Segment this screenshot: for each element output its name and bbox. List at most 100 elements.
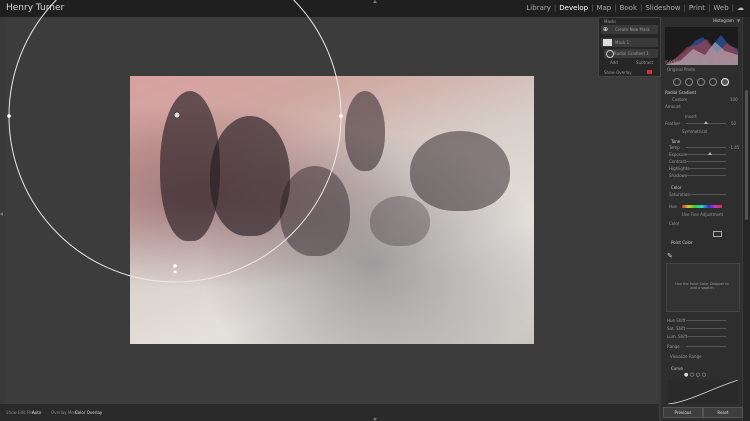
tone-section-title: Tone — [671, 139, 681, 144]
masking-tool-icon[interactable] — [709, 78, 717, 86]
add-button[interactable]: Add — [610, 60, 618, 65]
visualize-range-checkbox[interactable]: Visualize Range — [670, 354, 702, 359]
temp-slider[interactable] — [686, 147, 726, 148]
module-slideshow[interactable]: Slideshow — [645, 4, 680, 12]
hue-slider[interactable] — [682, 205, 722, 208]
show-overlay-label[interactable]: Show Overlay — [604, 70, 632, 75]
point-color-hint: Use the Point Color Dropper to add a swa… — [675, 282, 729, 290]
highlights-slider[interactable] — [686, 168, 726, 169]
module-separator: | — [708, 4, 711, 12]
mask-component-name: Radial Gradient 1 — [614, 51, 649, 56]
top-panel-toggle[interactable] — [373, 0, 377, 3]
create-mask-icon: ⊕ — [603, 26, 609, 33]
module-separator: | — [683, 4, 686, 12]
temp-label: Temp — [669, 145, 680, 150]
color-label: Color — [669, 221, 680, 226]
feather-slider-knob[interactable] — [704, 121, 708, 124]
histogram-iso: ISO 100 — [665, 60, 681, 65]
lum-shift-label: Lum. Shift — [667, 334, 688, 339]
module-book[interactable]: Book — [620, 4, 637, 12]
panel-scrollbar-thumb[interactable] — [745, 90, 748, 220]
healing-tool-icon[interactable] — [685, 78, 693, 86]
symmetrical-checkbox[interactable]: Symmetrical — [682, 129, 707, 134]
module-web[interactable]: Web — [713, 4, 728, 12]
exposure-slider-knob[interactable] — [708, 152, 712, 155]
color-swatch-picker[interactable] — [713, 231, 722, 237]
original-photo-label: Original Photo — [667, 67, 696, 72]
red-eye-tool-icon[interactable] — [697, 78, 705, 86]
create-mask-row[interactable]: ⊕ Create New Mask — [601, 25, 658, 34]
mask-name: Mask 1 — [615, 40, 630, 45]
identity-plate: Henry Turner — [6, 3, 65, 13]
module-separator: | — [553, 4, 557, 12]
contrast-slider[interactable] — [686, 161, 726, 162]
feather-label: Feather — [665, 121, 681, 126]
shadows-label: Shadows — [669, 173, 687, 178]
curve-channel-dots[interactable]: ● ○ ○ ○ — [684, 372, 706, 378]
histogram-title: Histogram — [713, 18, 734, 23]
tree-cluster — [210, 116, 290, 236]
overlay-color-swatch[interactable] — [647, 70, 652, 74]
color-section-title: Color — [671, 185, 682, 190]
mask-thumbnail — [603, 39, 612, 46]
invert-checkbox[interactable]: Invert — [685, 114, 697, 119]
module-map[interactable]: Map — [596, 4, 611, 12]
feather-value: 50 — [731, 121, 737, 126]
tree-cluster — [345, 91, 385, 171]
exposure-slider[interactable] — [686, 154, 726, 155]
module-separator: | — [614, 4, 617, 12]
masks-title: Masks — [604, 19, 617, 24]
histogram-focal: 70 mm — [684, 60, 699, 65]
range-label: Range — [667, 344, 680, 349]
module-print[interactable]: Print — [689, 4, 705, 12]
radial-gradient-icon — [606, 50, 614, 58]
point-color-dropper-icon[interactable]: ✎ — [667, 252, 673, 260]
mask-preset-dropdown[interactable]: Custom — [672, 97, 687, 102]
tree-cluster — [280, 166, 350, 256]
create-mask-label: Create New Mask — [615, 27, 650, 32]
mask-section-title: Radial Gradient — [665, 90, 697, 95]
mask-component-row[interactable]: Radial Gradient 1 — [604, 49, 658, 58]
module-separator: | — [591, 4, 594, 12]
subtract-button[interactable]: Subtract — [636, 60, 653, 65]
mask-amount-label: Amount — [665, 104, 681, 109]
shadows-slider[interactable] — [686, 175, 726, 176]
bottom-toolbar: Show Edit Pins: Auto Overlay Mode Color … — [0, 404, 659, 421]
module-library[interactable]: Library — [526, 4, 550, 12]
lum-shift-slider[interactable] — [686, 336, 726, 337]
edit-pins-dropdown[interactable]: Auto — [32, 410, 41, 415]
overlay-mode-dropdown[interactable]: Color Overlay — [75, 410, 102, 415]
range-slider[interactable] — [686, 346, 726, 347]
module-separator: | — [640, 4, 643, 12]
hue-shift-slider[interactable] — [686, 320, 726, 321]
sat-shift-slider[interactable] — [686, 328, 726, 329]
tone-curve-graph[interactable] — [668, 380, 738, 404]
point-color-title: Point Color — [671, 240, 693, 245]
fine-adjustment-checkbox[interactable]: Use Fine Adjustment — [682, 212, 723, 217]
mask-row[interactable]: Mask 1 — [601, 38, 658, 47]
saturation-slider[interactable] — [686, 194, 726, 195]
left-panel-toggle[interactable] — [0, 212, 3, 216]
exposure-label: Exposure — [669, 152, 688, 157]
photo-preview[interactable] — [130, 76, 534, 344]
hue-label: Hue — [669, 204, 678, 209]
module-develop[interactable]: Develop — [559, 4, 588, 12]
exposure-value: -1.45 — [729, 145, 740, 150]
tree-cluster — [370, 196, 430, 246]
cloud-icon[interactable]: ☁ — [737, 4, 744, 12]
tree-cluster — [410, 131, 510, 211]
histogram-collapse-icon[interactable]: ▼ — [737, 18, 740, 23]
histogram-shutter: 1/60 sec — [713, 60, 730, 65]
curve-section-title: Curve — [671, 366, 683, 371]
radial-tool-icon[interactable] — [721, 78, 729, 86]
contrast-label: Contrast — [669, 159, 687, 164]
previous-button[interactable]: Previous — [663, 407, 703, 418]
histogram-aperture: f/8.0 — [700, 60, 710, 65]
hue-shift-label: Hue Shift — [667, 318, 686, 323]
reset-button[interactable]: Reset — [703, 407, 743, 418]
masks-panel: Masks ⊕ Create New Mask Mask 1 Radial Gr… — [598, 17, 661, 77]
module-picker: Library | Develop | Map | Book | Slidesh… — [526, 4, 744, 12]
crop-tool-icon[interactable] — [673, 78, 681, 86]
mask-preset-value: 100 — [730, 97, 738, 102]
module-separator: | — [731, 4, 734, 12]
